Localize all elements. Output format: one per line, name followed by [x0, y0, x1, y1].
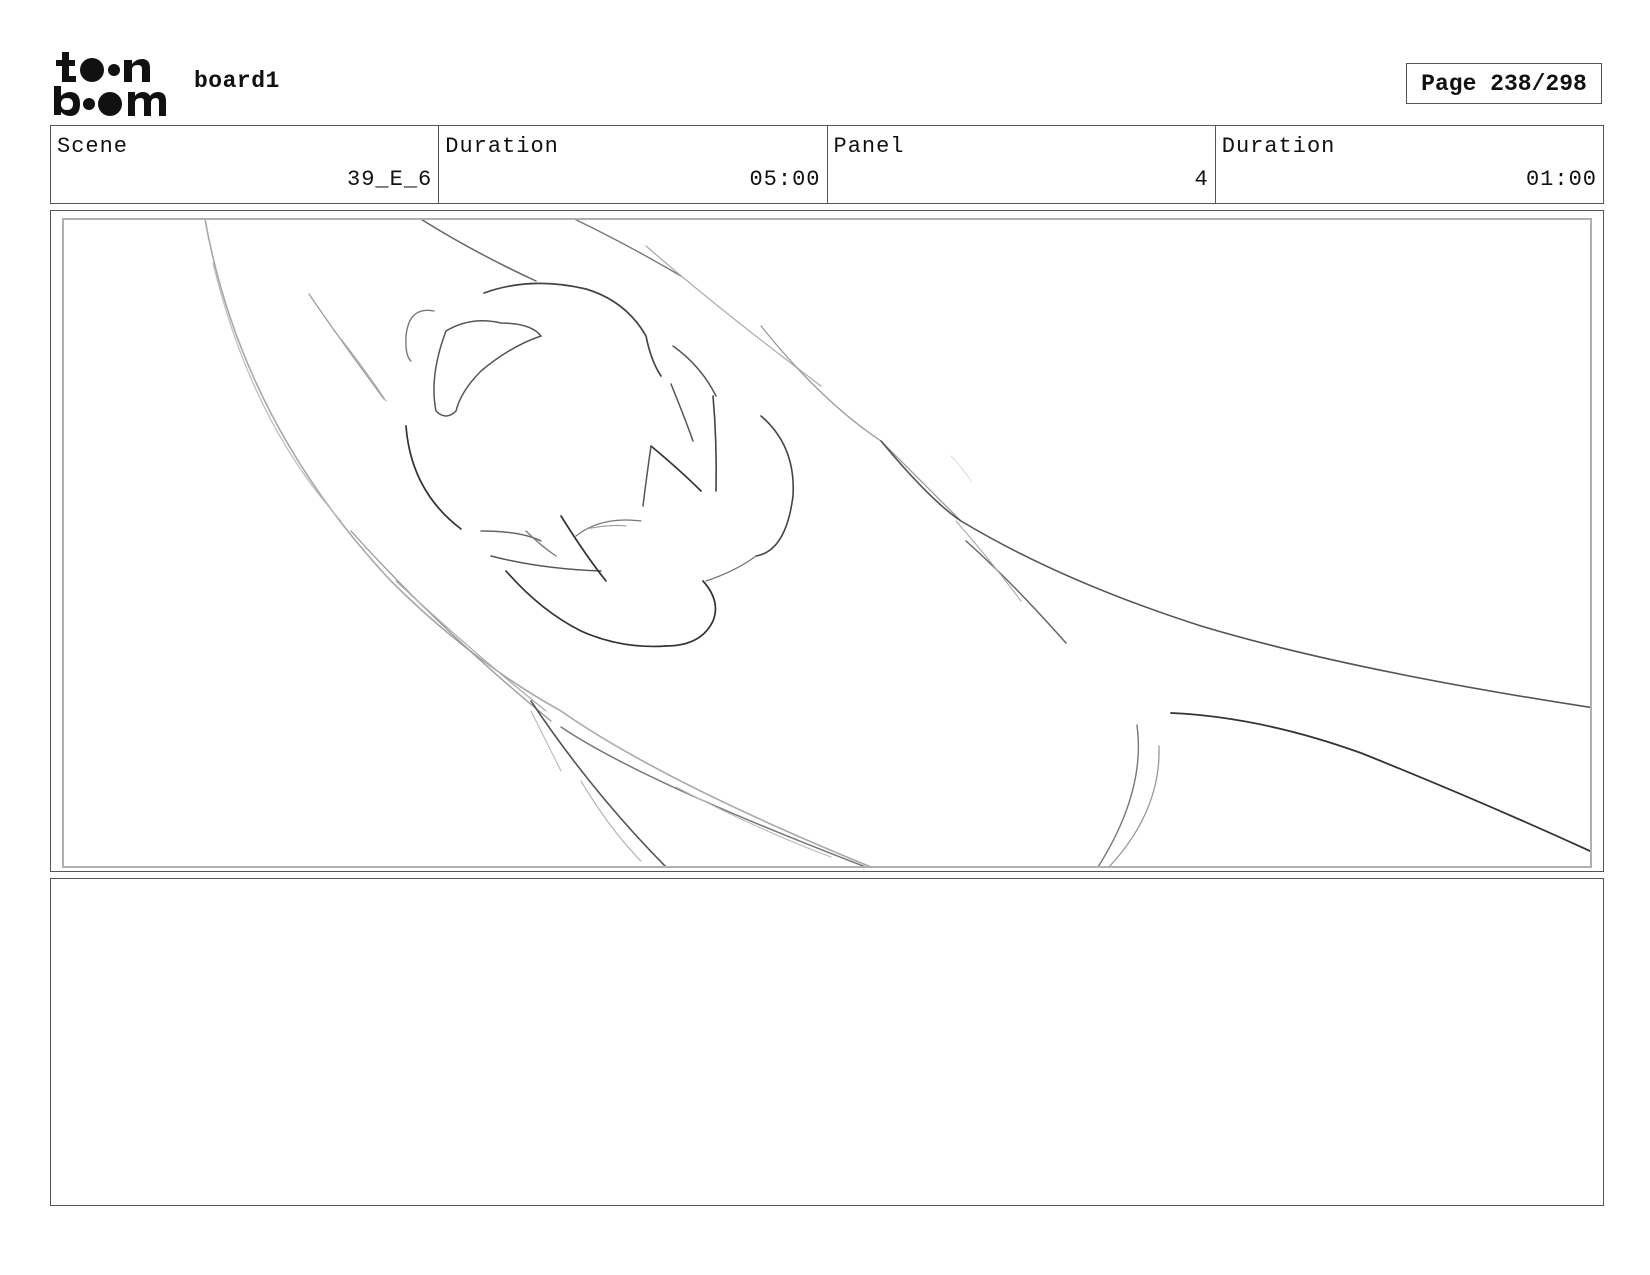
logo-icon [54, 52, 166, 116]
scene-duration-cell: Duration 05:00 [439, 126, 828, 203]
sketch-drawing [204, 220, 1590, 866]
storyboard-image [62, 218, 1592, 868]
project-name: board1 [194, 68, 280, 94]
panel-duration-cell: Duration 01:00 [1216, 126, 1603, 203]
info-table: Scene 39_E_6 Duration 05:00 Panel 4 Dura… [50, 125, 1604, 204]
panel-duration-label: Duration [1221, 134, 1336, 159]
panel-cell: Panel 4 [828, 126, 1216, 203]
toon-boom-logo [52, 52, 172, 118]
scene-cell: Scene 39_E_6 [51, 126, 440, 203]
scene-label: Scene [57, 134, 129, 159]
panel-label: Panel [833, 134, 905, 159]
panel-value: 4 [1194, 167, 1209, 192]
page-indicator: Page 238/298 [1406, 63, 1602, 104]
panel-duration-value: 01:00 [1525, 167, 1597, 192]
scene-value: 39_E_6 [347, 167, 433, 192]
scene-duration-label: Duration [445, 134, 559, 159]
storyboard-panel-frame [50, 210, 1604, 872]
notes-panel [50, 878, 1604, 1206]
scene-duration-value: 05:00 [749, 167, 821, 192]
